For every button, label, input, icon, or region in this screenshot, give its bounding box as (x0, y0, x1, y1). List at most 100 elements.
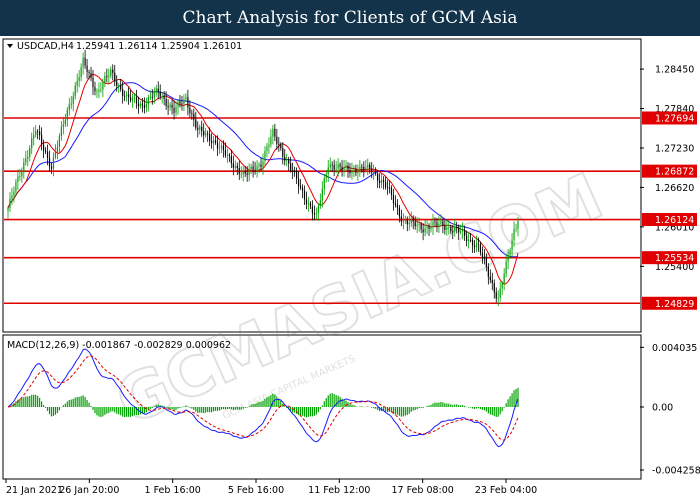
candle-body (438, 223, 440, 226)
candle-body (282, 148, 284, 157)
candle-body (207, 133, 209, 135)
candle-body (7, 208, 9, 211)
candle-body (199, 126, 201, 130)
candle-body (303, 190, 306, 200)
candle-body (224, 150, 227, 156)
candle-body (246, 173, 248, 175)
candle-body (211, 140, 213, 144)
candle-body (234, 165, 236, 168)
candle-body (44, 150, 47, 152)
time-tick-label: 23 Feb 04:00 (475, 485, 537, 496)
candle-body (517, 221, 519, 229)
candle-body (68, 104, 70, 110)
candle-body (274, 128, 276, 137)
candle-body (355, 169, 357, 174)
candle-body (187, 97, 189, 108)
candle-body (76, 80, 78, 86)
candle-body (35, 131, 37, 135)
candle-body (464, 229, 466, 236)
candle-body (357, 172, 359, 174)
candle-body (513, 229, 515, 240)
candle-body (175, 107, 177, 113)
candle-body (394, 203, 397, 205)
candle-body (42, 144, 45, 151)
candle-body (66, 109, 68, 120)
candle-body (388, 187, 391, 189)
candle-body (331, 164, 333, 166)
candle-body (292, 170, 294, 172)
candle-body (110, 69, 112, 76)
candle-body (319, 200, 321, 207)
candle-body (473, 245, 476, 248)
price-tick-label: 1.28450 (655, 65, 694, 76)
candle-body (321, 188, 323, 201)
candle-body (242, 170, 244, 174)
candle-body (301, 187, 304, 191)
candle-body (351, 169, 353, 174)
candle-body (141, 103, 144, 106)
candle-body (264, 151, 266, 162)
candle-body (347, 165, 349, 171)
candle-body (195, 119, 197, 128)
candle-body (505, 261, 507, 274)
candle-body (363, 166, 365, 171)
candle-body (185, 97, 187, 100)
candle-body (23, 162, 25, 172)
candle-body (288, 159, 290, 164)
candle-body (375, 172, 377, 174)
candle-body (353, 169, 355, 171)
candle-body (327, 167, 329, 175)
candle-body (276, 136, 278, 144)
candle-body (149, 96, 151, 98)
candle-body (9, 198, 11, 209)
candle-body (424, 227, 426, 233)
candle-body (191, 113, 193, 114)
candle-body (236, 165, 238, 169)
candle-body (416, 224, 418, 227)
candle-body (448, 226, 450, 228)
candle-body (11, 195, 13, 199)
candle-body (70, 103, 72, 105)
candle-body (456, 226, 458, 228)
candle-body (377, 173, 379, 181)
time-tick-label: 11 Feb 12:00 (308, 485, 370, 496)
candle-body (371, 168, 373, 173)
candle-body (495, 292, 497, 299)
time-tick-label: 26 Jan 20:00 (59, 485, 119, 496)
candle-body (515, 228, 517, 230)
candle-body (497, 298, 499, 299)
candle-body (481, 252, 484, 257)
candle-body (487, 266, 489, 277)
candle-body (171, 104, 173, 108)
candle-body (37, 131, 39, 133)
candle-body (297, 178, 300, 187)
header-banner: Chart Analysis for Clients of GCM Asia (0, 0, 700, 36)
candle-body (133, 97, 136, 99)
candle-body (290, 163, 292, 171)
candle-body (341, 166, 343, 170)
candle-body (102, 82, 104, 90)
candle-body (329, 164, 331, 168)
candle-body (361, 166, 363, 168)
macd-label: MACD(12,26,9) -0.001867 -0.002829 0.0009… (7, 340, 231, 351)
candle-body (203, 130, 205, 136)
candle-body (122, 89, 124, 96)
candle-body (462, 229, 464, 232)
candle-body (86, 65, 88, 72)
candle-body (254, 169, 256, 171)
candle-body (205, 133, 207, 136)
candle-body (155, 88, 157, 93)
candle-body (268, 144, 270, 147)
candle-body (278, 143, 280, 145)
candle-body (367, 164, 369, 168)
candle-body (414, 221, 416, 227)
candle-body (440, 221, 442, 224)
candle-body (214, 140, 217, 143)
candle-body (220, 145, 223, 149)
candle-body (460, 231, 462, 233)
candle-body (404, 220, 406, 222)
candle-body (272, 128, 274, 137)
price-tick-label: 1.26620 (655, 183, 694, 194)
candle-body (114, 72, 116, 82)
time-tick-label: 17 Feb 08:00 (392, 485, 454, 496)
